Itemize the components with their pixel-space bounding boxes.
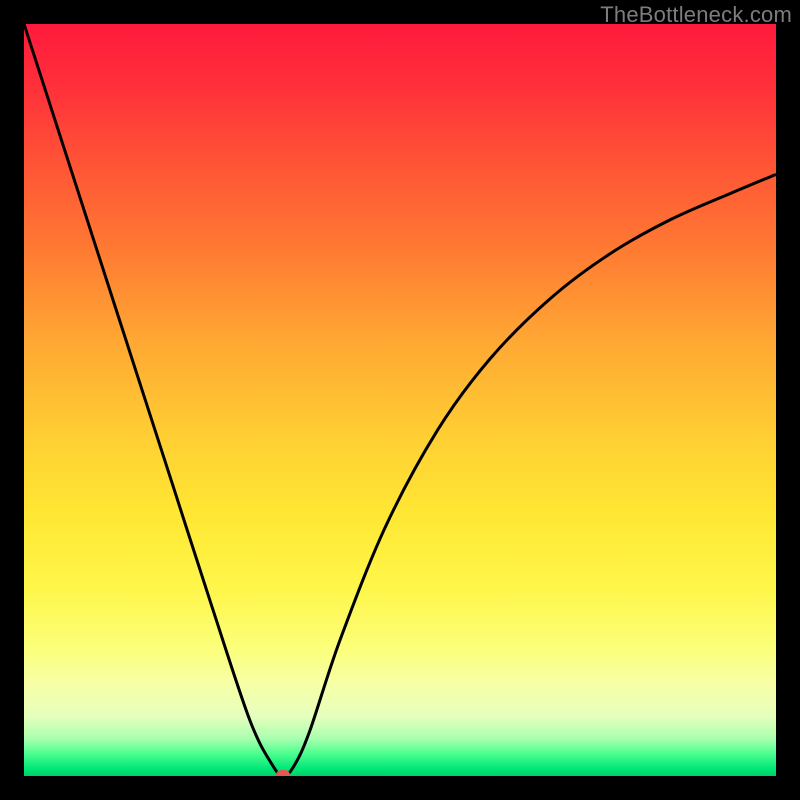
curve-path: [24, 24, 776, 776]
plot-area: [24, 24, 776, 776]
optimum-marker: [276, 770, 290, 776]
bottleneck-curve: [24, 24, 776, 776]
outer-frame: TheBottleneck.com: [0, 0, 800, 800]
